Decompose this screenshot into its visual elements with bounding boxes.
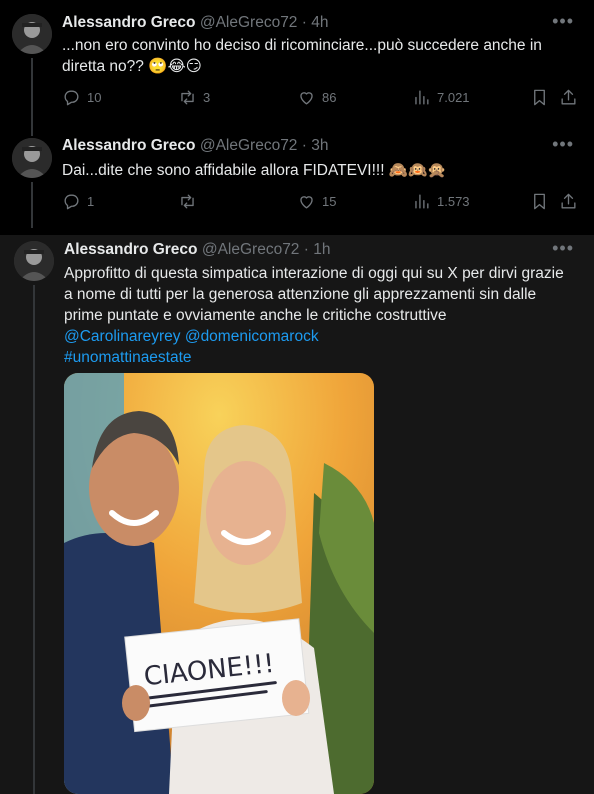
separator: · (301, 14, 307, 31)
tweet-body: Approfitto di questa simpatica interazio… (64, 265, 564, 324)
more-horizontal-icon[interactable]: ••• (552, 12, 574, 30)
like-button[interactable]: 15 (297, 192, 336, 211)
tweet-text: Approfitto di questa simpatica interazio… (64, 263, 576, 368)
views-chart-icon (415, 90, 429, 105)
retweet-icon (181, 194, 194, 209)
avatar[interactable] (12, 138, 52, 178)
reply-icon (64, 90, 79, 106)
bookmark-icon (534, 193, 545, 210)
thread-line (31, 182, 33, 228)
retweet-button[interactable]: 3 (178, 88, 210, 107)
separator: · (303, 241, 309, 258)
view-count: 7.021 (437, 90, 470, 105)
thread-line (33, 285, 35, 794)
separator: · (301, 137, 307, 154)
tweet[interactable]: Alessandro Greco @AleGreco72 · 4h ••• ..… (0, 0, 594, 120)
divider (0, 228, 594, 235)
timestamp[interactable]: 1h (313, 241, 330, 258)
timestamp[interactable]: 4h (311, 14, 328, 31)
timestamp[interactable]: 3h (311, 137, 328, 154)
author-handle[interactable]: @AleGreco72 (202, 241, 300, 258)
bookmark-button[interactable] (530, 88, 549, 107)
retweet-button[interactable] (178, 192, 203, 211)
reply-button[interactable]: 1 (62, 192, 94, 211)
tweet-text: Dai...dite che sono affidabile allora FI… (62, 162, 447, 179)
view-count: 1.573 (437, 194, 470, 209)
tweet-header: Alessandro Greco @AleGreco72 · 4h (62, 13, 328, 33)
mention-links[interactable]: @Carolinareyrey @domenicomarock (64, 326, 576, 347)
tweet-header: Alessandro Greco @AleGreco72 · 3h (62, 136, 328, 156)
reply-icon (64, 194, 79, 210)
author-name[interactable]: Alessandro Greco (64, 241, 198, 258)
tweet[interactable]: Alessandro Greco @AleGreco72 · 3h ••• Da… (0, 120, 594, 228)
tweet[interactable]: Alessandro Greco @AleGreco72 · 1h ••• Ap… (0, 235, 594, 794)
views-chart-icon (415, 194, 429, 209)
author-handle[interactable]: @AleGreco72 (200, 14, 298, 31)
retweet-count: 3 (203, 90, 211, 105)
views-button[interactable]: 1.573 (412, 192, 470, 211)
author-name[interactable]: Alessandro Greco (62, 137, 196, 154)
more-horizontal-icon[interactable]: ••• (552, 239, 574, 257)
share-icon (561, 193, 576, 209)
photo-illustration: CIAONE!!! (64, 373, 374, 794)
bookmark-button[interactable] (530, 192, 549, 211)
heart-icon (300, 196, 313, 209)
share-icon (561, 89, 576, 105)
paper-sign: CIAONE!!! (124, 618, 310, 733)
tweet-header: Alessandro Greco @AleGreco72 · 1h (64, 240, 330, 260)
avatar[interactable] (12, 14, 52, 54)
like-button[interactable]: 86 (297, 88, 336, 107)
more-horizontal-icon[interactable]: ••• (552, 135, 574, 153)
thread-line (31, 120, 33, 136)
reply-button[interactable]: 10 (62, 88, 101, 107)
tweet-text: ...non ero convinto ho deciso di ricomin… (62, 37, 542, 75)
hashtag-link[interactable]: #unomattinaestate (64, 347, 576, 368)
share-button[interactable] (559, 88, 578, 107)
heart-icon (300, 92, 313, 105)
retweet-icon (181, 90, 194, 105)
reply-count: 1 (87, 194, 95, 209)
author-handle[interactable]: @AleGreco72 (200, 137, 298, 154)
action-bar: 10 3 86 7.021 (62, 88, 578, 110)
views-button[interactable]: 7.021 (412, 88, 470, 107)
reply-count: 10 (87, 90, 102, 105)
author-name[interactable]: Alessandro Greco (62, 14, 196, 31)
action-bar: 1 15 1.573 (62, 192, 578, 214)
bookmark-icon (534, 89, 545, 106)
share-button[interactable] (559, 192, 578, 211)
thread-line (31, 58, 33, 120)
avatar[interactable] (14, 241, 54, 281)
like-count: 86 (322, 90, 337, 105)
like-count: 15 (322, 194, 337, 209)
tweet-photo[interactable]: CIAONE!!! (64, 373, 374, 794)
